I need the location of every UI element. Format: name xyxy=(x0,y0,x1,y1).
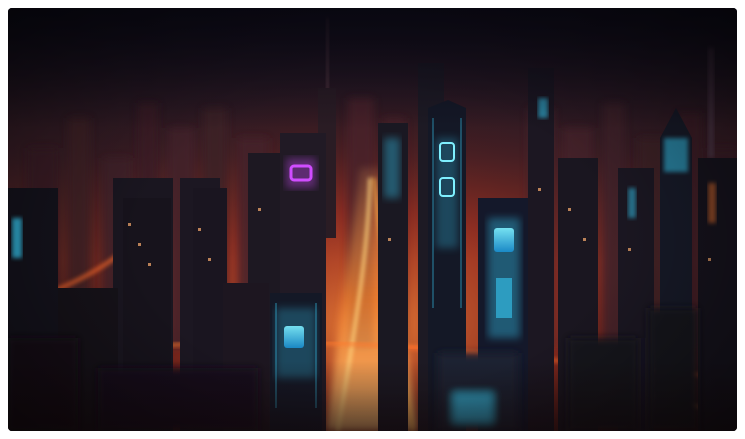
image-frame xyxy=(8,8,737,431)
city-illustration xyxy=(8,8,737,431)
